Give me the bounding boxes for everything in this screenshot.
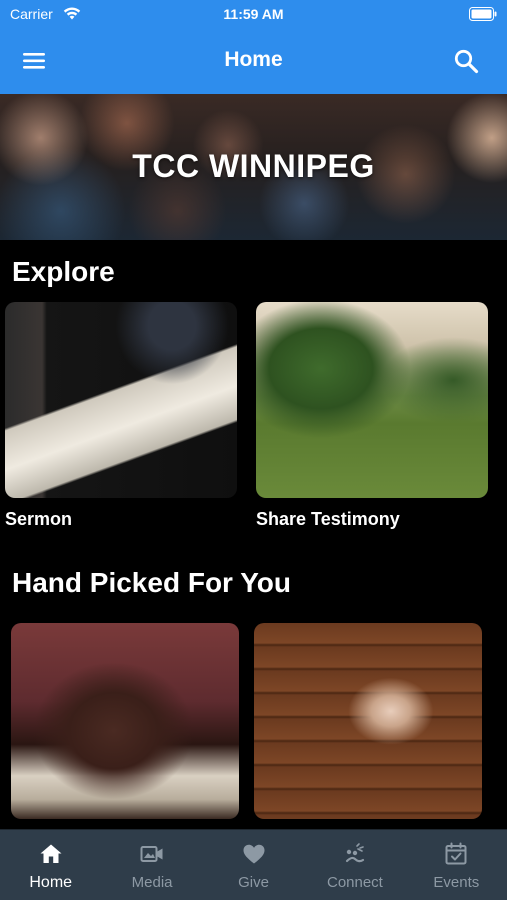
home-icon — [40, 844, 62, 863]
tab-give-label: Give — [238, 874, 269, 891]
hero-banner: TCC WINNIPEG — [0, 94, 507, 240]
hand-picked-heading: Hand Picked For You — [12, 567, 292, 598]
connect-icon — [345, 843, 365, 863]
share-testimony-card[interactable]: Share Testimony — [256, 302, 488, 529]
tab-give[interactable]: Give — [203, 830, 304, 900]
tab-home[interactable]: Home — [0, 830, 101, 900]
app-bar: Home — [0, 30, 507, 94]
joined-hands-image — [254, 623, 482, 819]
hand-picked-card[interactable] — [254, 623, 482, 819]
tab-bar: Home Media Give Connect Events — [0, 830, 507, 900]
share-testimony-label: Share Testimony — [256, 509, 400, 529]
tab-media-label: Media — [131, 874, 173, 891]
praying-hands-image — [11, 623, 239, 819]
tab-home-label: Home — [29, 874, 73, 891]
tab-events-label: Events — [433, 874, 480, 891]
search-icon[interactable] — [453, 48, 479, 74]
page-title: Home — [224, 48, 283, 71]
media-icon — [140, 846, 163, 862]
battery-icon — [469, 7, 497, 21]
share-testimony-image — [256, 302, 488, 498]
calendar-icon — [445, 842, 467, 865]
sermon-label: Sermon — [5, 509, 73, 529]
sermon-image — [5, 302, 237, 498]
tab-connect[interactable]: Connect — [304, 830, 405, 900]
sermon-card[interactable]: Sermon — [5, 302, 237, 529]
hand-picked-card[interactable] — [11, 623, 239, 819]
status-time: 11:59 AM — [223, 6, 284, 22]
heart-icon — [243, 844, 265, 864]
tab-events[interactable]: Events — [406, 830, 507, 900]
tab-media[interactable]: Media — [101, 830, 202, 900]
hero-title: TCC WINNIPEG — [132, 148, 375, 184]
explore-heading: Explore — [12, 256, 115, 287]
tab-connect-label: Connect — [326, 874, 383, 891]
status-bar: Carrier 11:59 AM — [0, 0, 507, 30]
